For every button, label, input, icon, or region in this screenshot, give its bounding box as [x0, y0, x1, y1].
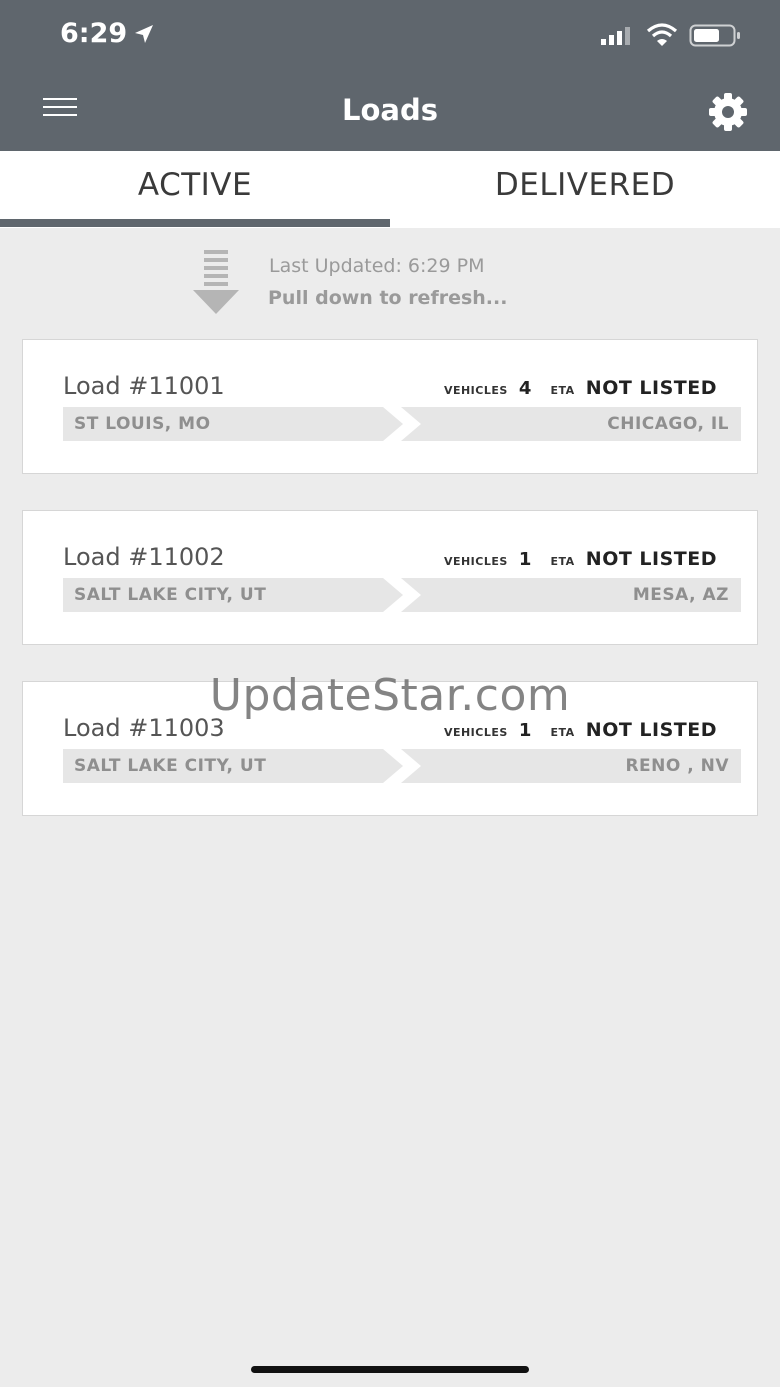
navigation-bar: 6:29 Loads	[0, 0, 780, 151]
load-meta: VEHICLES 4 ETA NOT LISTED	[444, 377, 717, 399]
vehicles-count: 1	[518, 549, 532, 570]
eta-value: NOT LISTED	[585, 548, 717, 570]
route-origin: SALT LAKE CITY, UT	[63, 749, 403, 783]
eta-label: ETA	[550, 384, 575, 397]
eta-value: NOT LISTED	[585, 719, 717, 741]
vehicles-label: VEHICLES	[443, 384, 508, 397]
eta-label: ETA	[550, 726, 575, 739]
route: ST LOUIS, MO CHICAGO, IL	[63, 407, 741, 441]
page-title: Loads	[342, 93, 438, 127]
pull-to-refresh-hint: Pull down to refresh...	[268, 287, 508, 309]
tab-selection-indicator	[0, 219, 390, 227]
vehicles-count: 4	[518, 378, 532, 399]
wifi-icon	[646, 23, 678, 46]
route: SALT LAKE CITY, UT MESA, AZ	[63, 578, 741, 612]
route-destination: RENO , NV	[401, 749, 741, 783]
status-time: 6:29	[60, 18, 128, 49]
load-card[interactable]: Load #11001 VEHICLES 4 ETA NOT LISTED ST…	[22, 339, 758, 474]
tab-delivered[interactable]: DELIVERED	[390, 151, 780, 228]
watermark: UpdateStar.com	[209, 670, 571, 721]
gear-icon[interactable]	[708, 92, 748, 132]
route-destination: CHICAGO, IL	[401, 407, 741, 441]
load-title: Load #11001	[63, 372, 225, 400]
tab-bar: ACTIVE DELIVERED	[0, 151, 780, 228]
vehicles-label: VEHICLES	[443, 555, 508, 568]
pull-down-arrow-icon	[193, 250, 239, 314]
route-destination: MESA, AZ	[401, 578, 741, 612]
home-indicator[interactable]	[251, 1366, 529, 1373]
vehicles-count: 1	[518, 720, 532, 741]
load-title: Load #11002	[63, 543, 225, 571]
eta-label: ETA	[550, 555, 575, 568]
route-origin: SALT LAKE CITY, UT	[63, 578, 403, 612]
vehicles-label: VEHICLES	[443, 726, 508, 739]
cellular-signal-icon	[601, 27, 630, 45]
location-arrow-icon	[135, 25, 153, 43]
battery-icon	[689, 24, 740, 47]
eta-value: NOT LISTED	[585, 377, 717, 399]
load-meta: VEHICLES 1 ETA NOT LISTED	[444, 548, 717, 570]
load-meta: VEHICLES 1 ETA NOT LISTED	[444, 719, 717, 741]
tab-active[interactable]: ACTIVE	[0, 151, 390, 228]
route: SALT LAKE CITY, UT RENO , NV	[63, 749, 741, 783]
route-origin: ST LOUIS, MO	[63, 407, 403, 441]
last-updated-text: Last Updated: 6:29 PM	[269, 255, 485, 277]
load-card[interactable]: Load #11002 VEHICLES 1 ETA NOT LISTED SA…	[22, 510, 758, 645]
